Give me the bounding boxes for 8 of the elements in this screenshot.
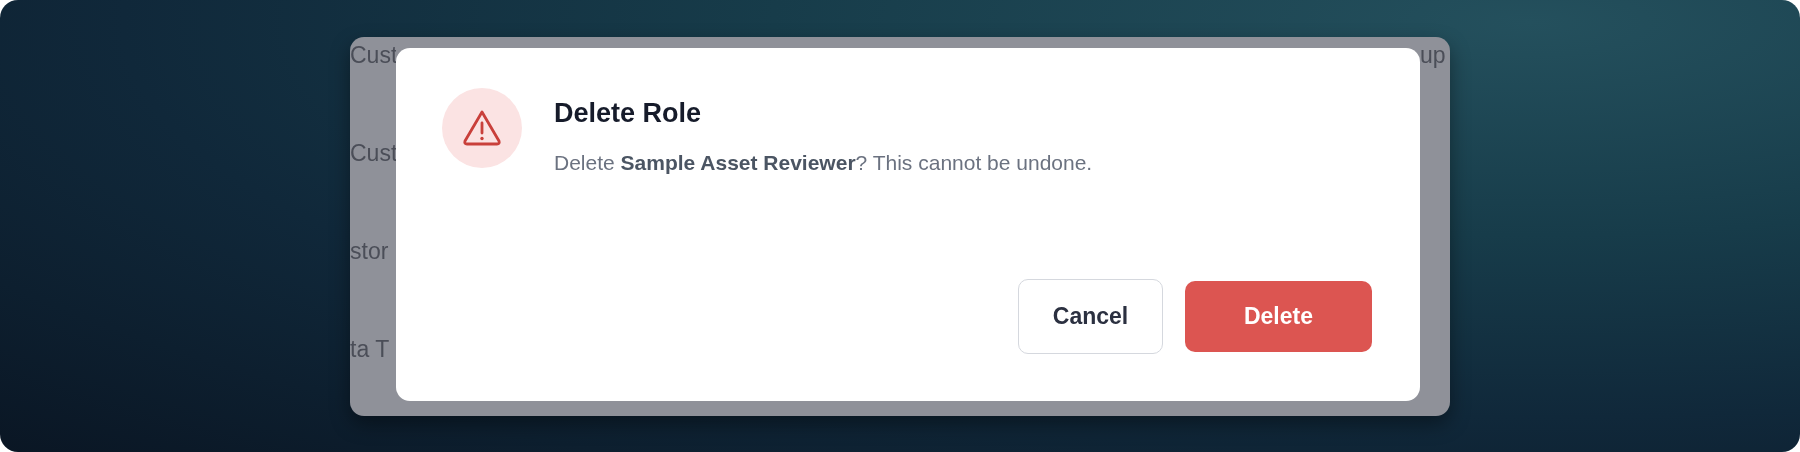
delete-button[interactable]: Delete [1185, 281, 1372, 352]
background-text: ta T [350, 335, 391, 364]
background-text: up [1420, 41, 1446, 70]
dialog-message: Delete Sample Asset Reviewer? This cannot be undone. [554, 151, 1093, 175]
background-text: stor [350, 237, 390, 266]
cancel-button[interactable]: Cancel [1018, 279, 1163, 354]
warning-icon [442, 88, 522, 168]
dialog-title: Delete Role [554, 98, 703, 129]
